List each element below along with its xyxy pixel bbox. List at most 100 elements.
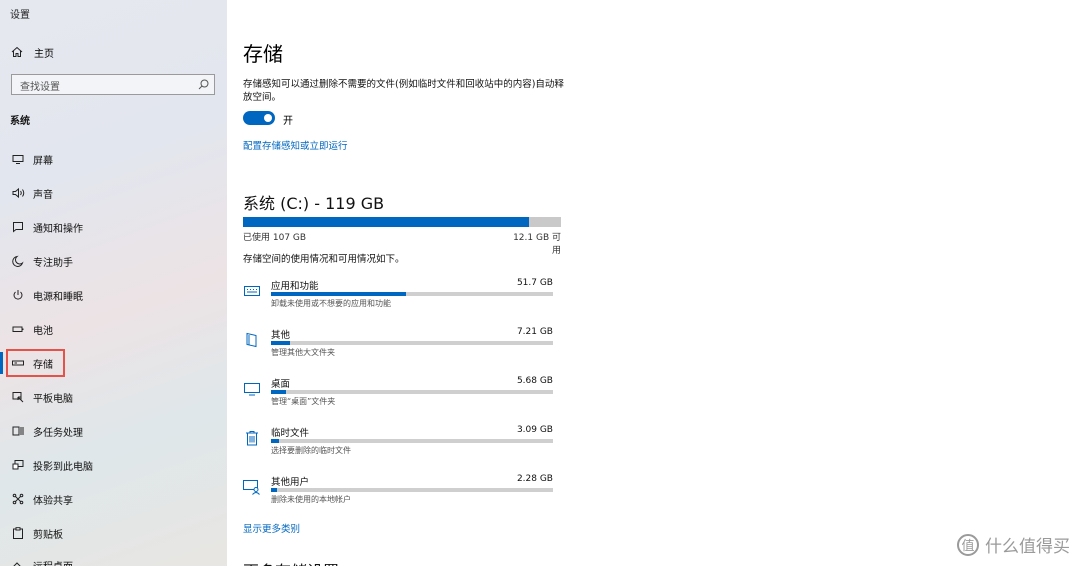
home-icon bbox=[11, 46, 23, 57]
search-icon[interactable] bbox=[198, 79, 209, 90]
category-bar bbox=[271, 488, 553, 492]
trash-icon bbox=[243, 429, 261, 447]
category-size: 51.7 GB bbox=[516, 278, 553, 288]
category-desktop[interactable]: 桌面 5.68 GB 管理“桌面”文件夹 bbox=[243, 376, 553, 416]
monitor-icon bbox=[11, 152, 25, 166]
category-other-users[interactable]: 其他用户 2.28 GB 删除未使用的本地帐户 bbox=[243, 474, 553, 514]
category-subtext: 卸载未使用或不想要的应用和功能 bbox=[271, 299, 391, 308]
category-size: 3.09 GB bbox=[516, 425, 553, 435]
user-screen-icon bbox=[243, 478, 261, 496]
speaker-icon bbox=[11, 186, 25, 200]
sidebar-item-clipboard[interactable]: 剪贴板 bbox=[11, 524, 63, 542]
search-placeholder: 查找设置 bbox=[20, 82, 60, 93]
clipboard-icon bbox=[11, 526, 25, 540]
storage-sense-description: 存储感知可以通过删除不需要的文件(例如临时文件和回收站中的内容)自动释放空间。 bbox=[243, 79, 564, 103]
sidebar-item-label: 电池 bbox=[33, 325, 53, 337]
sidebar-item-label: 屏幕 bbox=[33, 155, 53, 167]
drive-usage-fill bbox=[243, 217, 529, 227]
config-storage-sense-link[interactable]: 配置存储感知或立即运行 bbox=[243, 138, 348, 152]
category-subtext: 选择要删除的临时文件 bbox=[271, 446, 351, 455]
sidebar-item-storage[interactable]: 存储 bbox=[11, 354, 53, 372]
sidebar-item-multitask[interactable]: 多任务处理 bbox=[11, 422, 83, 440]
section-label: 系统 bbox=[10, 116, 30, 127]
sidebar-item-notifications[interactable]: 通知和操作 bbox=[11, 218, 83, 236]
remote-icon bbox=[11, 558, 25, 566]
project-icon bbox=[11, 458, 25, 472]
sidebar-item-project[interactable]: 投影到此电脑 bbox=[11, 456, 93, 474]
category-name: 应用和功能 bbox=[271, 281, 319, 292]
sidebar-item-label: 体验共享 bbox=[33, 495, 73, 507]
category-bar-fill bbox=[271, 390, 286, 394]
sidebar: 设置 主页 查找设置 系统 屏幕 声音 通知和操作 专注助手 电源和睡眠 电池 … bbox=[0, 0, 227, 566]
category-name: 其他用户 bbox=[271, 477, 310, 488]
multitask-icon bbox=[11, 424, 25, 438]
search-input[interactable]: 查找设置 bbox=[11, 74, 215, 95]
keyboard-icon bbox=[243, 282, 261, 300]
home-label: 主页 bbox=[34, 48, 54, 60]
more-storage-settings-heading: 更多存储设置 bbox=[243, 558, 339, 566]
toggle-label: 开 bbox=[283, 116, 293, 127]
category-apps[interactable]: 应用和功能 51.7 GB 卸载未使用或不想要的应用和功能 bbox=[243, 278, 553, 318]
battery-icon bbox=[11, 322, 25, 336]
desktop-icon bbox=[243, 380, 261, 398]
sidebar-item-tablet[interactable]: 平板电脑 bbox=[11, 388, 73, 406]
sidebar-item-remote[interactable]: 远程桌面 bbox=[11, 556, 73, 566]
category-subtext: 管理“桌面”文件夹 bbox=[271, 397, 336, 406]
sidebar-item-label: 电源和睡眠 bbox=[33, 291, 83, 303]
show-more-categories-link[interactable]: 显示更多类别 bbox=[243, 521, 300, 535]
active-indicator bbox=[0, 352, 3, 374]
drive-title: 系统 (C:) - 119 GB bbox=[243, 194, 385, 213]
watermark-logo-icon: 值 bbox=[957, 533, 979, 556]
drive-usage-bar bbox=[243, 217, 561, 227]
category-size: 7.21 GB bbox=[516, 327, 553, 337]
watermark: 值 什么值得买 bbox=[957, 532, 1070, 557]
category-bar bbox=[271, 292, 553, 296]
category-subtext: 删除未使用的本地帐户 bbox=[271, 495, 351, 504]
main-panel: 存储 存储感知可以通过删除不需要的文件(例如临时文件和回收站中的内容)自动释放空… bbox=[227, 0, 1080, 566]
page-title: 存储 bbox=[243, 42, 283, 66]
category-bar-fill bbox=[271, 439, 280, 443]
sidebar-item-power[interactable]: 电源和睡眠 bbox=[11, 286, 83, 304]
sidebar-item-label: 远程桌面 bbox=[33, 558, 73, 566]
category-size: 5.68 GB bbox=[516, 376, 553, 386]
sidebar-item-label: 剪贴板 bbox=[33, 529, 63, 541]
sidebar-item-label: 声音 bbox=[33, 189, 53, 201]
category-bar bbox=[271, 390, 553, 394]
sidebar-home[interactable]: 主页 bbox=[11, 44, 54, 60]
notification-icon bbox=[11, 220, 25, 234]
category-name: 桌面 bbox=[271, 379, 291, 390]
category-subtext: 管理其他大文件夹 bbox=[271, 348, 335, 357]
folder-icon bbox=[243, 331, 261, 349]
category-temp[interactable]: 临时文件 3.09 GB 选择要删除的临时文件 bbox=[243, 425, 553, 465]
sidebar-item-label: 多任务处理 bbox=[33, 427, 83, 439]
sidebar-item-label: 平板电脑 bbox=[33, 393, 73, 405]
tablet-icon bbox=[11, 390, 25, 404]
usage-description: 存储空间的使用情况和可用情况如下。 bbox=[243, 254, 405, 265]
moon-icon bbox=[11, 254, 25, 268]
watermark-text: 什么值得买 bbox=[985, 537, 1070, 557]
storage-sense-toggle[interactable] bbox=[243, 111, 275, 125]
window-title: 设置 bbox=[10, 10, 30, 21]
sidebar-item-label: 存储 bbox=[33, 359, 53, 371]
power-icon bbox=[11, 288, 25, 302]
used-label: 已使用 107 GB bbox=[243, 233, 307, 243]
category-bar-fill bbox=[271, 488, 277, 492]
category-name: 其他 bbox=[271, 330, 291, 341]
category-bar-fill bbox=[271, 292, 407, 296]
sidebar-item-battery[interactable]: 电池 bbox=[11, 320, 53, 338]
sidebar-item-label: 投影到此电脑 bbox=[33, 461, 93, 473]
sidebar-item-display[interactable]: 屏幕 bbox=[11, 150, 53, 168]
category-bar-fill bbox=[271, 341, 290, 345]
category-name: 临时文件 bbox=[271, 428, 310, 439]
sidebar-item-focus[interactable]: 专注助手 bbox=[11, 252, 73, 270]
storage-icon bbox=[11, 356, 25, 370]
sidebar-item-sound[interactable]: 声音 bbox=[11, 184, 53, 202]
category-bar bbox=[271, 341, 553, 345]
sidebar-item-share[interactable]: 体验共享 bbox=[11, 490, 73, 508]
share-icon bbox=[11, 492, 25, 506]
category-other[interactable]: 其他 7.21 GB 管理其他大文件夹 bbox=[243, 327, 553, 367]
category-size: 2.28 GB bbox=[516, 474, 553, 484]
sidebar-item-label: 专注助手 bbox=[33, 257, 73, 269]
free-label: 12.1 GB 可用 bbox=[513, 233, 561, 256]
category-bar bbox=[271, 439, 553, 443]
